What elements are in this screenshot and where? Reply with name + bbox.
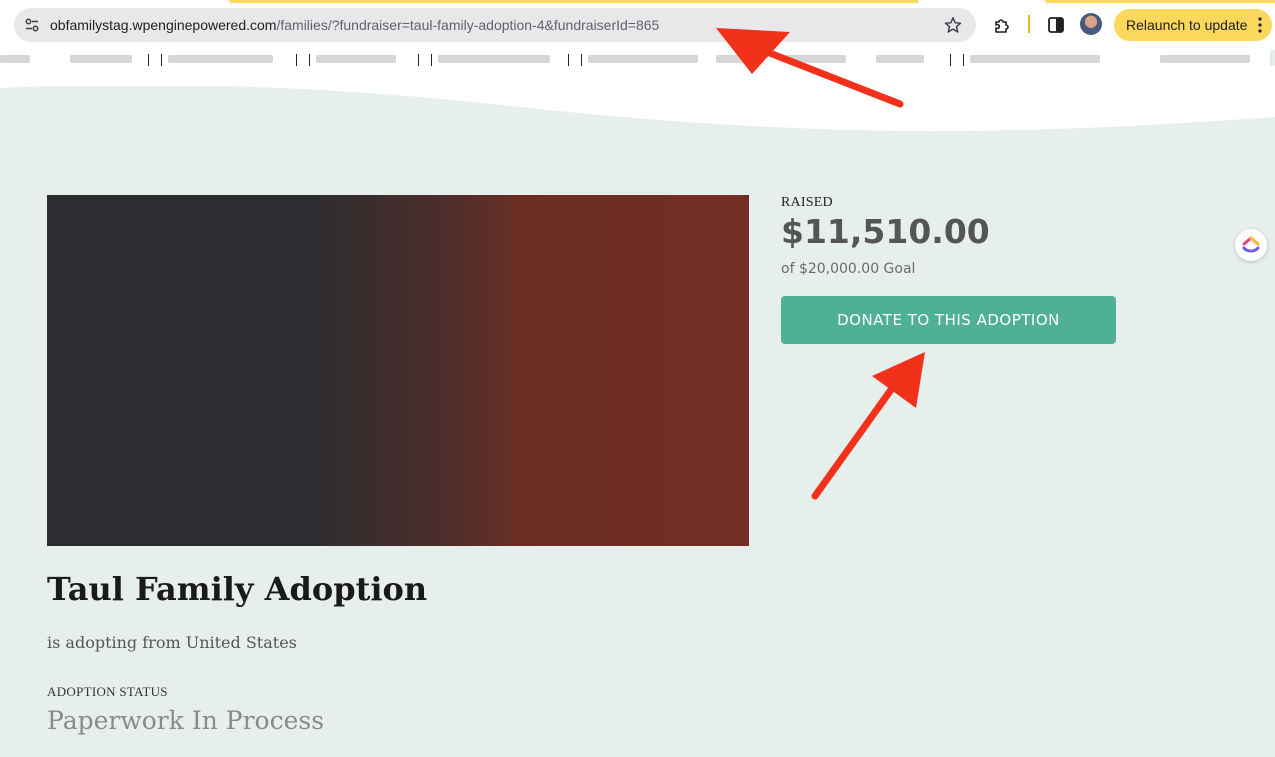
status-label: ADOPTION STATUS	[47, 684, 168, 699]
puzzle-icon[interactable]	[992, 15, 1012, 35]
status-value: Paperwork In Process	[47, 706, 325, 735]
address-bar[interactable]: obfamilystag.wpenginepowered.com/familie…	[14, 8, 976, 42]
adoption-country: is adopting from United States	[47, 633, 297, 652]
goal-text: of $20,000.00 Goal	[781, 261, 916, 277]
clickup-icon	[1242, 236, 1260, 253]
page-title: Taul Family Adoption	[47, 570, 428, 608]
side-panel-icon[interactable]	[1046, 15, 1066, 35]
avatar[interactable]	[1080, 13, 1102, 35]
family-photo	[47, 195, 749, 546]
url-host: obfamilystag.wpenginepowered.com	[50, 17, 277, 33]
toolbar-divider	[1028, 15, 1030, 33]
donate-button[interactable]: DONATE TO THIS ADOPTION	[781, 296, 1116, 344]
clickup-widget[interactable]	[1235, 229, 1267, 261]
tune-icon[interactable]	[24, 17, 40, 33]
relaunch-button[interactable]: Relaunch to update	[1114, 9, 1272, 41]
browser-toolbar: obfamilystag.wpenginepowered.com/familie…	[0, 0, 1275, 50]
tab-strip-edge	[0, 0, 1275, 3]
header-wave	[0, 82, 1275, 131]
kebab-icon	[1258, 17, 1262, 33]
bookmarks-bar	[0, 50, 1270, 67]
raised-amount: $11,510.00	[781, 212, 990, 251]
url-text[interactable]: obfamilystag.wpenginepowered.com/familie…	[50, 17, 659, 33]
relaunch-label: Relaunch to update	[1126, 17, 1248, 33]
star-icon[interactable]	[944, 16, 962, 34]
url-path: /families/?fundraiser=taul-family-adopti…	[276, 17, 660, 33]
raised-label: RAISED	[781, 195, 833, 210]
arrow-to-donate	[811, 352, 925, 500]
